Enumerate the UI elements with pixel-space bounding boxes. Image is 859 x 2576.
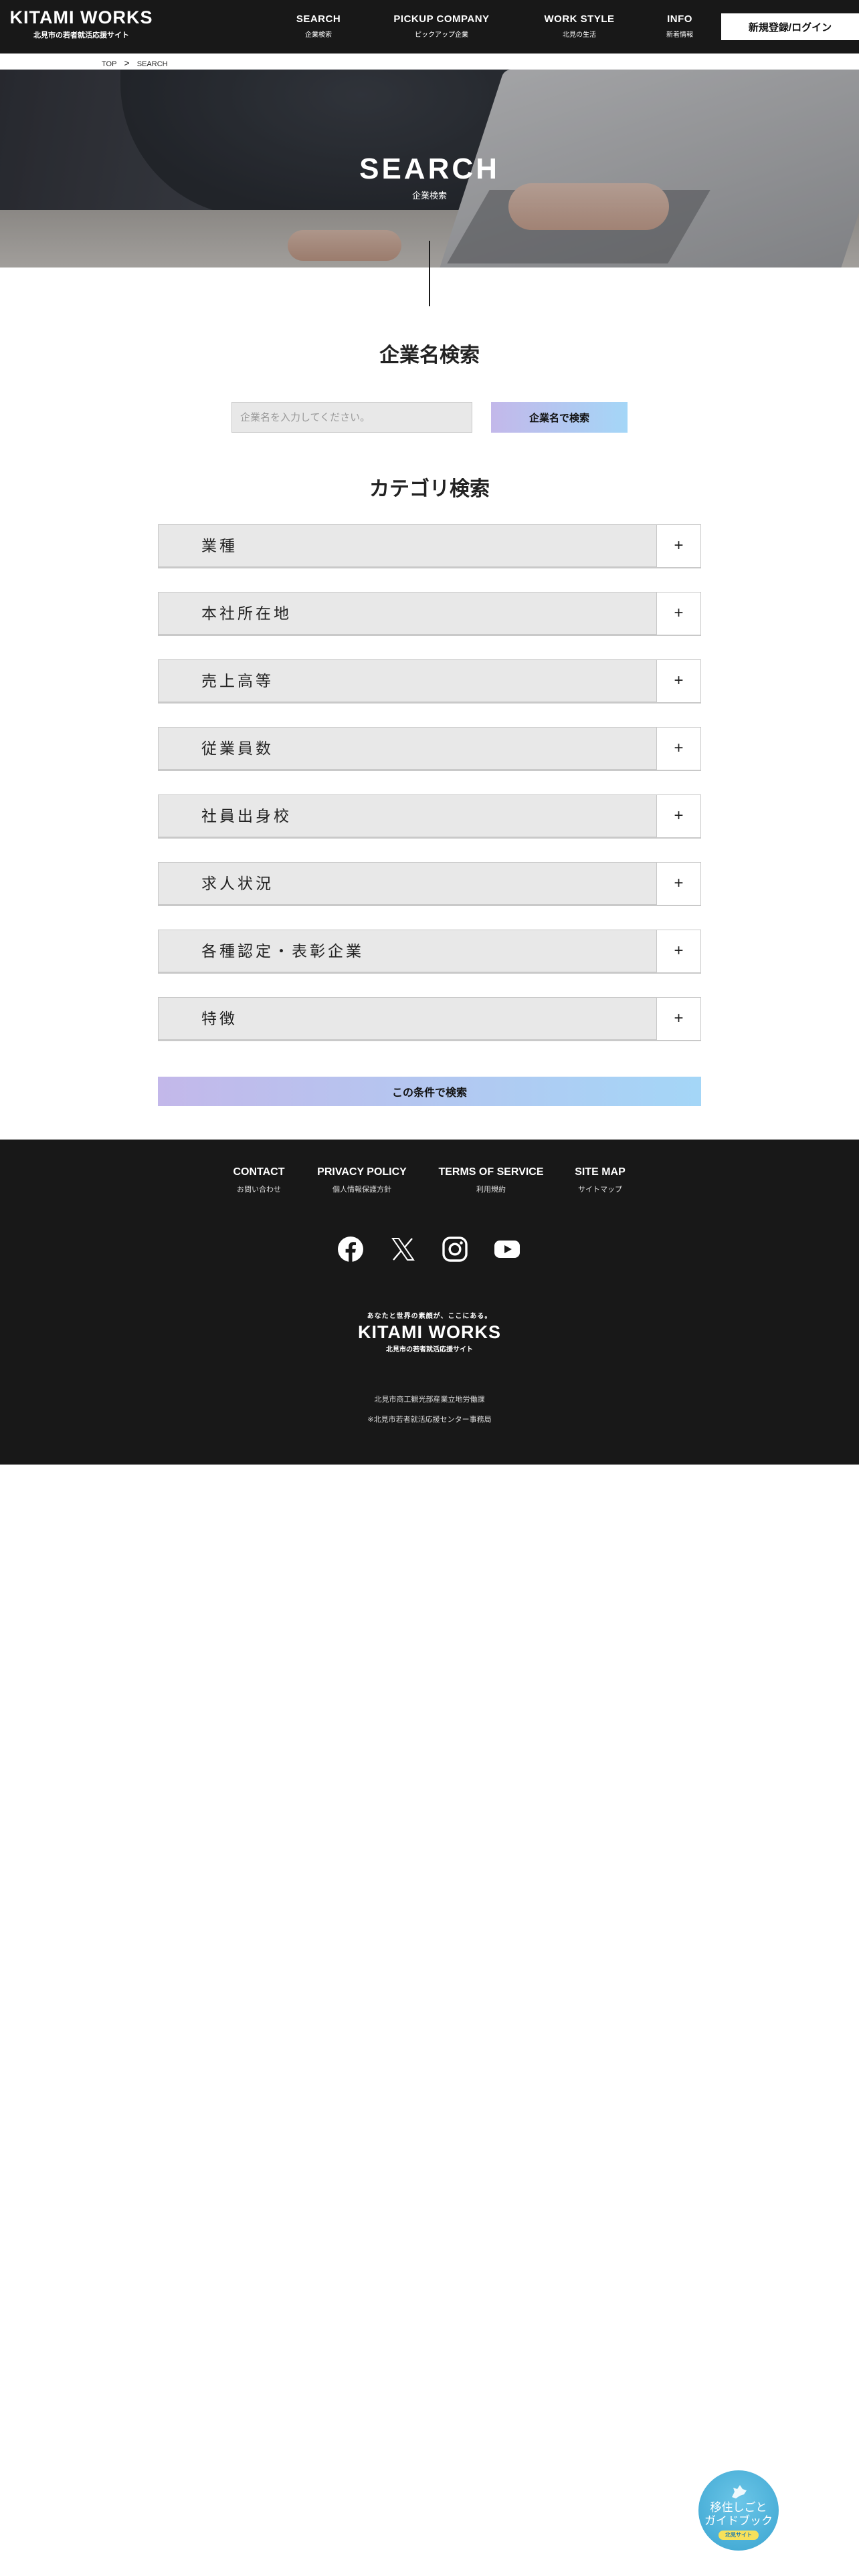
condition-search-button[interactable]: この条件で検索 [158, 1077, 701, 1106]
category-label: 各種認定・表彰企業 [201, 942, 364, 960]
breadcrumb-current: SEARCH [136, 60, 168, 68]
category-employees[interactable]: 従業員数 + [158, 727, 701, 771]
footer-link-ja: お問い合わせ [237, 1186, 281, 1194]
nav-label-en: WORK STYLE [544, 13, 615, 25]
footer-logo-subtitle: 北見市の若者就活応援サイト [386, 1346, 473, 1354]
category-headquarters[interactable]: 本社所在地 + [158, 592, 701, 636]
hero-divider-line [429, 241, 430, 306]
plus-icon[interactable]: + [656, 660, 700, 702]
plus-icon[interactable]: + [656, 525, 700, 567]
plus-icon[interactable]: + [656, 930, 700, 972]
footer-link-contact[interactable]: CONTACT お問い合わせ [227, 1166, 290, 1194]
guidebook-title-line1: 移住しごと [710, 2501, 767, 2514]
footer-logo[interactable]: あなたと世界の素顔が、ここにある。 KITAMI WORKS 北見市の若者就活応… [0, 1310, 859, 1354]
category-label: 従業員数 [201, 740, 274, 757]
guidebook-title-line2: ガイドブック [704, 2514, 773, 2527]
nav-item-search[interactable]: SEARCH 企業検索 [285, 13, 352, 39]
footer-link-privacy[interactable]: PRIVACY POLICY 個人情報保護方針 [312, 1166, 412, 1194]
plus-icon[interactable]: + [656, 728, 700, 770]
breadcrumb: TOP > SEARCH [102, 58, 173, 68]
category-label: 社員出身校 [201, 807, 292, 825]
hero-title: SEARCH [359, 152, 500, 185]
footer-link-ja: 利用規約 [476, 1186, 506, 1194]
plus-icon[interactable]: + [656, 593, 700, 635]
category-features[interactable]: 特徴 + [158, 997, 701, 1041]
category-certification[interactable]: 各種認定・表彰企業 + [158, 930, 701, 974]
name-search-button[interactable]: 企業名で検索 [491, 402, 628, 433]
footer-logo-text: KITAMI WORKS [358, 1322, 501, 1342]
footer-link-en: SITE MAP [575, 1166, 626, 1178]
category-recruitment[interactable]: 求人状況 + [158, 862, 701, 906]
footer-office: ※北見市若者就活応援センター事務局 [367, 1416, 492, 1424]
category-label: 特徴 [201, 1010, 237, 1027]
nav-label-ja: ピックアップ企業 [415, 31, 468, 39]
guidebook-tag: 北見サイト [719, 2531, 759, 2540]
hero-banner: SEARCH 企業検索 [0, 70, 859, 267]
guidebook-title: 移住しごと ガイドブック [698, 2501, 779, 2528]
plus-icon[interactable]: + [656, 998, 700, 1040]
x-icon[interactable] [388, 1235, 417, 1264]
nav-label-en: INFO [667, 13, 692, 25]
youtube-icon[interactable] [492, 1235, 522, 1264]
category-label: 業種 [201, 537, 237, 554]
footer-link-terms[interactable]: TERMS OF SERVICE 利用規約 [435, 1166, 547, 1194]
site-header: KITAMI WORKS 北見市の若者就活応援サイト SEARCH 企業検索 P… [0, 0, 859, 53]
name-search-title: 企業名検索 [379, 344, 480, 366]
hokkaido-icon [732, 2485, 747, 2498]
nav-label-en: PICKUP COMPANY [393, 13, 490, 25]
category-alma-mater[interactable]: 社員出身校 + [158, 794, 701, 839]
facebook-icon[interactable] [336, 1235, 365, 1264]
footer-link-ja: サイトマップ [578, 1186, 622, 1194]
plus-icon[interactable]: + [656, 795, 700, 837]
footer-link-en: TERMS OF SERVICE [438, 1166, 544, 1178]
category-search-title: カテゴリ検索 [369, 478, 490, 500]
nav-item-work-style[interactable]: WORK STYLE 北見の生活 [539, 13, 619, 39]
breadcrumb-top-link[interactable]: TOP [102, 60, 116, 68]
footer-logo-tagline: あなたと世界の素顔が、ここにある。 [367, 1313, 492, 1320]
nav-label-ja: 企業検索 [305, 31, 332, 39]
category-industry[interactable]: 業種 + [158, 524, 701, 568]
category-label: 売上高等 [201, 672, 274, 689]
nav-label-ja: 新着情報 [666, 31, 693, 39]
plus-icon[interactable]: + [656, 863, 700, 905]
category-sales[interactable]: 売上高等 + [158, 659, 701, 704]
company-name-input[interactable] [231, 402, 472, 433]
category-label: 求人状況 [201, 875, 274, 892]
nav-label-ja: 北見の生活 [563, 31, 596, 39]
login-button[interactable]: 新規登録/ログイン [721, 13, 859, 40]
nav-item-pickup-company[interactable]: PICKUP COMPANY ピックアップ企業 [388, 13, 495, 39]
footer-link-sitemap[interactable]: SITE MAP サイトマップ [569, 1166, 632, 1194]
footer-link-ja: 個人情報保護方針 [332, 1186, 391, 1194]
hero-subtitle: 企業検索 [411, 191, 447, 201]
footer-link-en: CONTACT [233, 1166, 285, 1178]
site-footer: CONTACT お問い合わせ PRIVACY POLICY 個人情報保護方針 T… [0, 1140, 859, 1465]
footer-organization: 北見市商工観光部産業立地労働課 [374, 1396, 485, 1404]
nav-item-info[interactable]: INFO 新着情報 [653, 13, 706, 39]
breadcrumb-separator: > [124, 58, 130, 68]
instagram-icon[interactable] [440, 1235, 470, 1264]
nav-label-en: SEARCH [296, 13, 341, 25]
guidebook-badge[interactable]: 移住しごと ガイドブック 北見サイト [698, 2470, 779, 2551]
footer-link-en: PRIVACY POLICY [317, 1166, 407, 1178]
category-label: 本社所在地 [201, 605, 292, 622]
